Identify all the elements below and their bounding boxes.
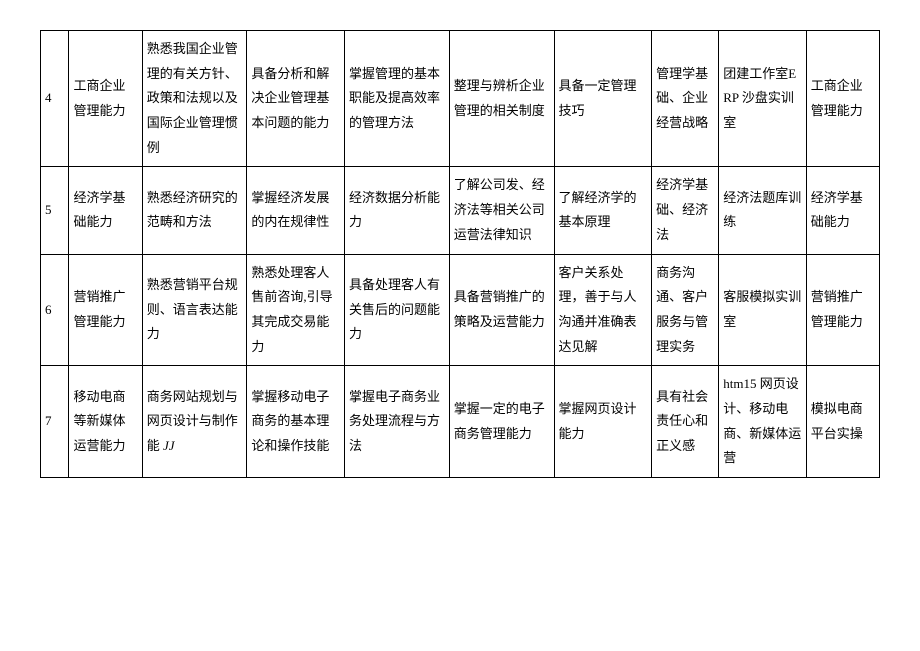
cell: 经济学基础能力	[69, 167, 142, 254]
cell: 掌握一定的电子商务管理能力	[449, 366, 554, 478]
cell: 团建工作室ERP 沙盘实训室	[719, 31, 806, 167]
cell: 管理学基础、企业经营战略	[652, 31, 719, 167]
cell: 具有社会责任心和正义感	[652, 366, 719, 478]
cell: 了解经济学的基本原理	[554, 167, 652, 254]
cell: 掌握经济发展的内在规律性	[247, 167, 345, 254]
cell: 营销推广管理能力	[806, 254, 879, 366]
cell: 经济数据分析能力	[345, 167, 450, 254]
capability-table: 4 工商企业管理能力 熟悉我国企业管理的有关方针、政策和法规以及国际企业管理惯例…	[40, 30, 880, 478]
table-row: 7 移动电商等新媒体运营能力 商务网站规划与网页设计与制作能 JJ 掌握移动电子…	[41, 366, 880, 478]
table-row: 6 营销推广管理能力 熟悉营销平台规则、语言表达能力 熟悉处理客人售前咨询,引导…	[41, 254, 880, 366]
cell: 掌握管理的基本职能及提高效率的管理方法	[345, 31, 450, 167]
cell: htm15 网页设计、移动电商、新媒体运营	[719, 366, 806, 478]
cell: 经济法题库训练	[719, 167, 806, 254]
row-number: 7	[41, 366, 69, 478]
cell: 具备分析和解决企业管理基本问题的能力	[247, 31, 345, 167]
row-number: 4	[41, 31, 69, 167]
cell: 商务网站规划与网页设计与制作能 JJ	[142, 366, 247, 478]
table-row: 4 工商企业管理能力 熟悉我国企业管理的有关方针、政策和法规以及国际企业管理惯例…	[41, 31, 880, 167]
row-number: 5	[41, 167, 69, 254]
cell: 熟悉经济研究的范畴和方法	[142, 167, 247, 254]
cell: 具备营销推广的策略及运营能力	[449, 254, 554, 366]
cell: 掌握网页设计能力	[554, 366, 652, 478]
cell: 商务沟通、客户服务与管理实务	[652, 254, 719, 366]
table-row: 5 经济学基础能力 熟悉经济研究的范畴和方法 掌握经济发展的内在规律性 经济数据…	[41, 167, 880, 254]
row-number: 6	[41, 254, 69, 366]
cell: 客户关系处理，善于与人沟通并准确表达见解	[554, 254, 652, 366]
cell: 营销推广管理能力	[69, 254, 142, 366]
cell: 移动电商等新媒体运营能力	[69, 366, 142, 478]
cell: 经济学基础能力	[806, 167, 879, 254]
cell: 掌握移动电子商务的基本理论和操作技能	[247, 366, 345, 478]
cell: 整理与辨析企业管理的相关制度	[449, 31, 554, 167]
cell: 客服模拟实训室	[719, 254, 806, 366]
cell: 工商企业管理能力	[69, 31, 142, 167]
cell: 模拟电商平台实操	[806, 366, 879, 478]
cell: 工商企业管理能力	[806, 31, 879, 167]
italic-text: JJ	[163, 438, 175, 453]
cell: 熟悉处理客人售前咨询,引导其完成交易能力	[247, 254, 345, 366]
cell: 了解公司发、经济法等相关公司运营法律知识	[449, 167, 554, 254]
cell: 具备处理客人有关售后的问题能力	[345, 254, 450, 366]
cell: 经济学基础、经济法	[652, 167, 719, 254]
cell: 熟悉我国企业管理的有关方针、政策和法规以及国际企业管理惯例	[142, 31, 247, 167]
cell: 熟悉营销平台规则、语言表达能力	[142, 254, 247, 366]
cell: 掌握电子商务业务处理流程与方法	[345, 366, 450, 478]
cell: 具备一定管理技巧	[554, 31, 652, 167]
